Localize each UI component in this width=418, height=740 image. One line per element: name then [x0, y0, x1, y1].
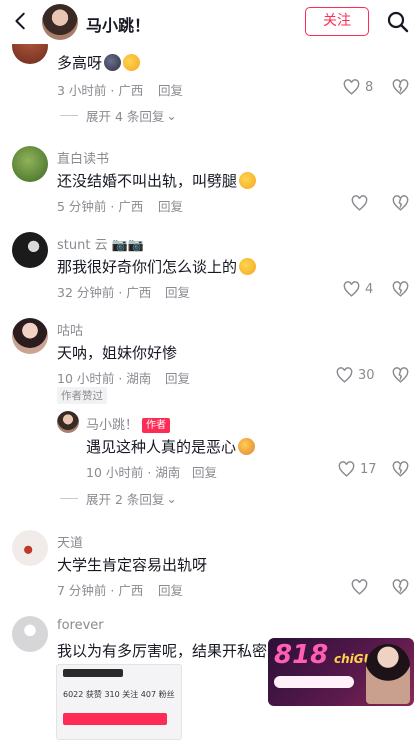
emoji-icon [104, 54, 122, 71]
avatar[interactable] [12, 616, 48, 652]
heart-icon[interactable] [350, 578, 369, 597]
comment-text: 还没结婚不叫出轨，叫劈腿 [57, 170, 257, 191]
like-button[interactable]: 8 [342, 78, 373, 97]
emoji-icon [123, 54, 141, 71]
broken-heart-icon[interactable] [391, 78, 410, 97]
avatar[interactable] [12, 232, 48, 268]
top-bar: 马小跳！ 关注 [0, 0, 418, 44]
comment-text: 那我很好奇你们怎么谈上的 [57, 256, 257, 277]
author-liked-badge: 作者赞过 [57, 387, 107, 404]
emoji-icon [239, 172, 257, 189]
avatar[interactable] [57, 411, 79, 433]
expand-replies-button[interactable]: 展开 4 条回复 ⌄ [60, 106, 177, 125]
heart-icon [338, 461, 355, 477]
page-title: 马小跳！ [86, 16, 151, 35]
broken-heart-icon[interactable] [391, 460, 410, 479]
comment-time: 10 小时前 · 湖南 [57, 371, 152, 386]
follow-button[interactable]: 关注 [305, 7, 369, 36]
username[interactable]: forever [57, 618, 104, 633]
search-icon[interactable] [386, 10, 410, 34]
comment-time: 3 小时前 · 广西 [57, 83, 144, 98]
comment-text: 天呐，姐妹你好惨 [57, 344, 178, 362]
broken-heart-icon[interactable] [391, 578, 410, 597]
camera-icon: 📷📷 [111, 238, 145, 253]
comment-time: 5 分钟前 · 广西 [57, 199, 144, 214]
image-button [63, 713, 167, 725]
reply-button[interactable]: 回复 [158, 580, 183, 599]
emoji-icon [239, 258, 257, 275]
reply-button[interactable]: 回复 [165, 368, 190, 387]
like-button[interactable]: 30 [335, 366, 375, 385]
comment-text: 我以为有多厉害呢，结果开私密了 [57, 642, 283, 660]
avatar[interactable] [12, 146, 48, 182]
chevron-down-icon: ⌄ [166, 108, 177, 123]
like-button[interactable]: 17 [337, 460, 377, 479]
reply-button[interactable]: 回复 [158, 196, 183, 215]
reply-button[interactable]: 回复 [165, 282, 190, 301]
avatar[interactable] [12, 318, 48, 354]
watermark-logo: 818 chiGUA [268, 638, 414, 706]
watermark-photo [366, 644, 410, 704]
emoji-icon [238, 438, 256, 455]
broken-heart-icon[interactable] [391, 194, 410, 213]
like-button[interactable]: 4 [342, 280, 373, 299]
username[interactable]: 马小跳！ 作者 [86, 414, 171, 433]
back-arrow-icon[interactable] [10, 10, 32, 32]
avatar[interactable] [12, 530, 48, 566]
like-count: 8 [365, 80, 374, 95]
comment-time: 10 小时前 · 湖南 [86, 465, 181, 480]
heart-icon [343, 79, 360, 95]
broken-heart-icon[interactable] [391, 366, 410, 385]
heart-icon [336, 367, 353, 383]
broken-heart-icon[interactable] [391, 280, 410, 299]
comment-time: 7 分钟前 · 广西 [57, 583, 144, 598]
reply-button[interactable]: 回复 [158, 80, 183, 99]
watermark-number: 818 [274, 640, 329, 670]
expand-replies-button[interactable]: 展开 2 条回复 ⌄ [60, 489, 177, 508]
comment-text: 大学生肯定容易出轨呀 [57, 556, 208, 574]
image-stats: 6022 获赞 310 关注 407 粉丝 [63, 690, 175, 699]
heart-icon[interactable] [350, 194, 369, 213]
username[interactable]: 直白读书 [57, 148, 109, 167]
username[interactable]: 天道 [57, 532, 83, 551]
reply-button[interactable]: 回复 [192, 462, 217, 481]
username[interactable]: 咕咕 [57, 320, 83, 339]
comment-text: 多高呀 [57, 52, 141, 73]
chevron-down-icon: ⌄ [166, 491, 177, 506]
avatar[interactable] [42, 4, 78, 40]
comment-time: 32 分钟前 · 广西 [57, 285, 152, 300]
like-count: 4 [365, 282, 374, 297]
username[interactable]: stunt 云 📷📷 [57, 234, 144, 253]
like-count: 17 [360, 462, 377, 477]
image-header [63, 669, 123, 677]
heart-icon [343, 281, 360, 297]
comment-text: 遇见这种人真的是恶心 [86, 436, 256, 457]
author-badge: 作者 [142, 418, 171, 433]
comment-image[interactable]: 6022 获赞 310 关注 407 粉丝 [56, 664, 182, 740]
watermark-banner [274, 676, 354, 688]
like-count: 30 [358, 368, 375, 383]
